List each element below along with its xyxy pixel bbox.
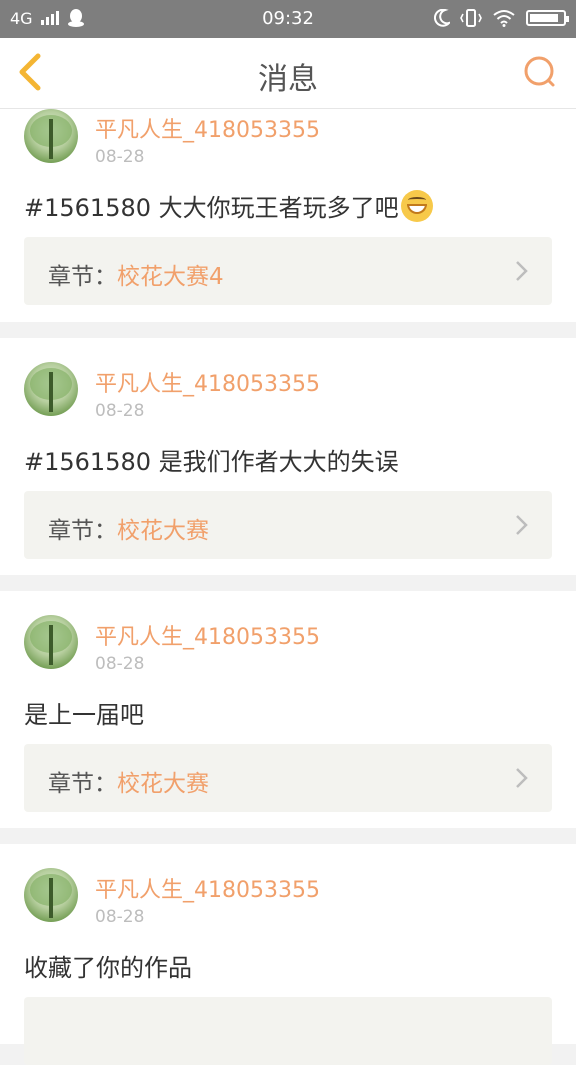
chapter-link[interactable]: 章节：校花大赛4 [24, 237, 552, 305]
username[interactable]: 平凡人生_418053355 [95, 366, 320, 398]
username[interactable]: 平凡人生_418053355 [95, 112, 320, 144]
message-card[interactable]: 平凡人生_418053355 08-28 收藏了你的作品 [0, 844, 576, 1065]
avatar[interactable] [24, 868, 78, 922]
message-text-content: #1561580 大大你玩王者玩多了吧 [24, 194, 399, 222]
wifi-icon [493, 10, 515, 27]
message-card[interactable]: 平凡人生_418053355 08-28 是上一届吧 章节：校花大赛 [0, 591, 576, 828]
chapter-name: 校花大赛 [117, 518, 209, 544]
username[interactable]: 平凡人生_418053355 [95, 619, 320, 651]
message-card[interactable]: 平凡人生_418053355 08-28 #1561580 是我们作者大大的失误… [0, 338, 576, 575]
chapter-prefix: 章节： [48, 518, 117, 544]
chapter-name: 校花大赛 [117, 771, 209, 797]
message-date: 08-28 [95, 401, 145, 421]
message-date: 08-28 [95, 907, 145, 927]
search-icon[interactable] [518, 50, 562, 94]
status-bar: 4G 09:32 [0, 0, 576, 38]
grinning-emoji-icon [400, 190, 433, 222]
message-text: #1561580 大大你玩王者玩多了吧 [24, 188, 433, 223]
top-bar: 消息 [0, 38, 576, 109]
page-title: 消息 [258, 62, 318, 97]
avatar[interactable] [24, 362, 78, 416]
avatar[interactable] [24, 109, 78, 163]
chapter-label: 章节：校花大赛4 [48, 257, 224, 291]
message-card[interactable]: 平凡人生_418053355 08-28 #1561580 大大你玩王者玩多了吧… [0, 109, 576, 322]
moon-icon [434, 9, 450, 27]
message-list: 平凡人生_418053355 08-28 #1561580 大大你玩王者玩多了吧… [0, 109, 576, 1065]
message-text: 收藏了你的作品 [24, 954, 192, 982]
vibrate-icon [460, 9, 482, 27]
chapter-prefix: 章节： [48, 264, 117, 290]
battery-icon [526, 10, 569, 26]
chapter-link[interactable] [24, 997, 552, 1065]
status-right [434, 8, 569, 28]
message-date: 08-28 [95, 147, 145, 167]
chapter-name: 校花大赛4 [117, 264, 224, 290]
username[interactable]: 平凡人生_418053355 [95, 872, 320, 904]
chevron-right-icon [516, 515, 528, 535]
message-text: #1561580 是我们作者大大的失误 [24, 448, 399, 476]
chevron-right-icon [516, 768, 528, 788]
chapter-prefix: 章节： [48, 771, 117, 797]
chapter-label: 章节：校花大赛 [48, 511, 209, 545]
chapter-label: 章节：校花大赛 [48, 764, 209, 798]
chevron-right-icon [516, 261, 528, 281]
message-text: 是上一届吧 [24, 701, 144, 729]
message-date: 08-28 [95, 654, 145, 674]
chapter-link[interactable]: 章节：校花大赛 [24, 491, 552, 559]
chapter-link[interactable]: 章节：校花大赛 [24, 744, 552, 812]
avatar[interactable] [24, 615, 78, 669]
